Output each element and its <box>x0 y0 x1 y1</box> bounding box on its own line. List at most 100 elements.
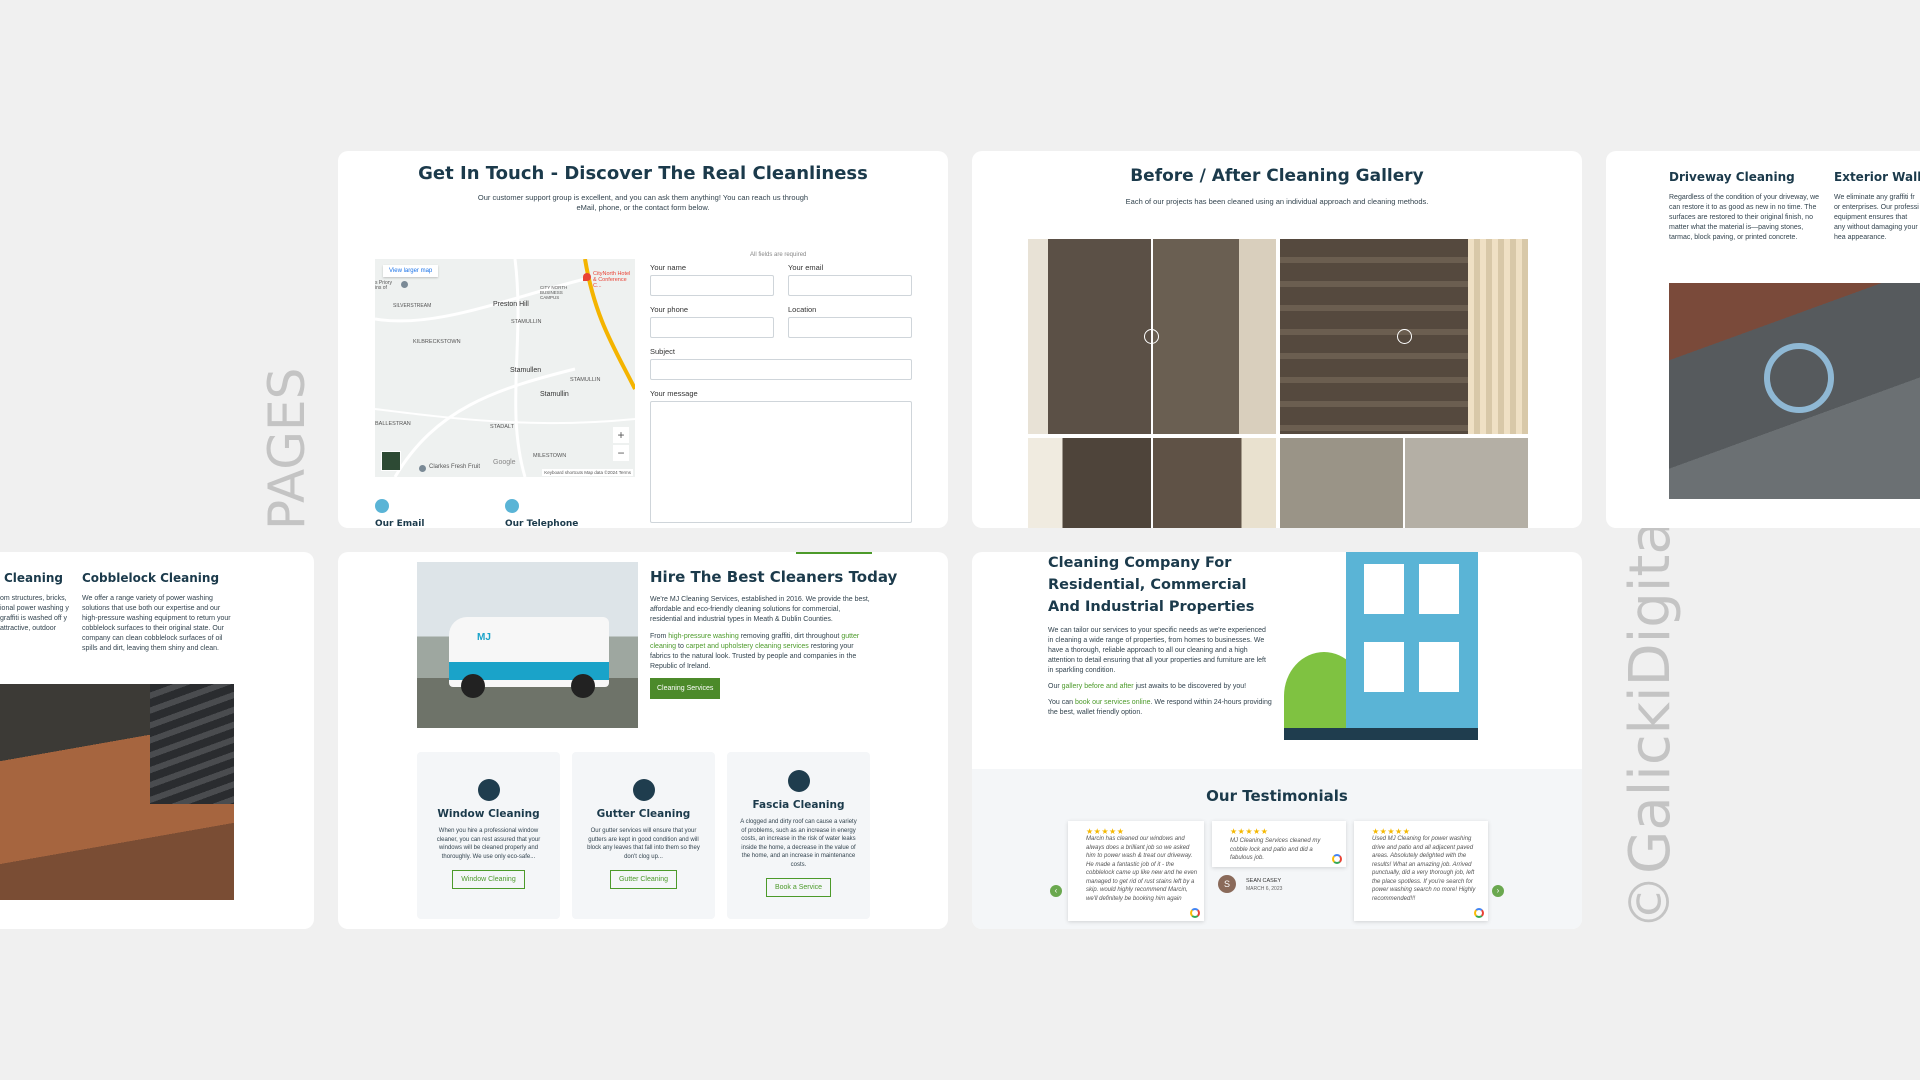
driveway-page-card[interactable]: Driveway Cleaning Regardless of the cond… <box>1606 151 1920 528</box>
telephone-heading: Our Telephone <box>505 519 579 528</box>
phone-field[interactable] <box>650 317 774 338</box>
van-wheel <box>461 674 485 698</box>
map-place-label: Preston Hill <box>493 301 529 308</box>
service-text: A clogged and dirty roof can cause a var… <box>740 819 857 868</box>
compare-slider-handle[interactable] <box>1397 329 1412 344</box>
review-card[interactable]: ★★★★★ Used MJ Cleaning for power washing… <box>1354 821 1488 921</box>
service-title: Fascia Cleaning <box>752 799 845 811</box>
google-icon <box>1332 854 1342 864</box>
gallery-line: Our gallery before and after just awaits… <box>1048 682 1273 692</box>
contact-page-card[interactable]: Get In Touch - Discover The Real Cleanli… <box>338 151 948 528</box>
prev-arrow-icon[interactable]: ‹ <box>1050 885 1062 897</box>
window-shape <box>1419 564 1459 614</box>
location-label: Location <box>788 305 817 314</box>
email-label: Your email <box>788 263 824 272</box>
high-pressure-washing-link[interactable]: high-pressure washing <box>668 633 738 640</box>
map-satellite-toggle[interactable] <box>381 451 401 471</box>
exterior-walls-text: We eliminate any graffiti fr or enterpri… <box>1834 194 1919 241</box>
gutter-cleaning-button[interactable]: Gutter Cleaning <box>609 870 678 889</box>
window-cleaning-button[interactable]: Window Cleaning <box>452 870 525 889</box>
map-place-label: STAMULLIN <box>570 377 601 383</box>
review-date: MARCH 6, 2023 <box>1246 886 1283 892</box>
phone-icon <box>505 499 519 513</box>
roof-icon <box>787 770 810 792</box>
window-icon <box>477 779 500 801</box>
name-field[interactable] <box>650 275 774 296</box>
map-place-label: SILVERSTREAM <box>393 303 432 309</box>
gallery-link[interactable]: gallery before and after <box>1062 683 1134 690</box>
home-services-page-card[interactable]: MJ Hire The Best Cleaners Today We're MJ… <box>338 552 948 929</box>
reviewer-avatar: S <box>1218 875 1236 893</box>
review-text: Used MJ Cleaning for power washing drive… <box>1372 836 1476 902</box>
email-heading: Our Email <box>375 519 425 528</box>
fascia-cleaning-card[interactable]: Fascia Cleaning A clogged and dirty roof… <box>727 752 870 919</box>
window-shape <box>1364 642 1404 692</box>
ground-shape <box>1284 728 1478 740</box>
gallery-page-card[interactable]: Before / After Cleaning Gallery Each of … <box>972 151 1582 528</box>
required-note: All fields are required <box>750 252 807 258</box>
carpet-cleaning-link[interactable]: carpet and upholstery cleaning services <box>686 643 809 650</box>
company-text: Our <box>1048 683 1062 690</box>
watermark: ©GalickiDigital <box>1618 504 1683 930</box>
cleaning-services-button[interactable]: Cleaning Services <box>650 678 721 699</box>
map-zoom-in-button[interactable]: + <box>613 427 629 443</box>
service-text: Our gutter services will ensure that you… <box>587 828 700 860</box>
van-photo: MJ <box>417 562 638 728</box>
cobblelock-page-card[interactable]: Cleaning om structures, bricks, ional po… <box>0 552 314 929</box>
map-embed[interactable]: View larger map CityNorth Hotel & Confer… <box>375 259 635 477</box>
company-page-card[interactable]: Cleaning Company For Residential, Commer… <box>972 552 1582 929</box>
map-place-label: Stamullin <box>540 391 569 398</box>
cleaning-title: Cleaning <box>4 571 63 585</box>
subject-field[interactable] <box>650 359 912 380</box>
fence-decoration <box>150 684 234 804</box>
gutter-cleaning-card[interactable]: Gutter Cleaning Our gutter services will… <box>572 752 715 919</box>
van-logo: MJ <box>477 632 491 643</box>
before-after-stairs-rail <box>1468 239 1528 434</box>
contact-title: Get In Touch - Discover The Real Cleanli… <box>418 163 868 184</box>
message-field[interactable] <box>650 401 912 523</box>
review-text: Marcin has cleaned our windows and alway… <box>1086 836 1198 902</box>
window-cleaning-card[interactable]: Window Cleaning When you hire a professi… <box>417 752 560 919</box>
wheel-decoration <box>1764 343 1834 413</box>
company-text: We can tailor our services to your speci… <box>1048 627 1266 674</box>
map-pin-icon <box>419 465 426 472</box>
phone-label: Your phone <box>650 305 689 314</box>
compare-slider-handle[interactable] <box>1144 329 1159 344</box>
testimonials-section: Our Testimonials ‹ › ★★★★★ Marcin has cl… <box>972 769 1582 929</box>
company-text: You can <box>1048 699 1075 706</box>
map-poi-label: CityNorth Hotel & Conference C... <box>593 271 631 289</box>
email-icon <box>375 499 389 513</box>
map-place-label: Stamullen <box>510 367 542 374</box>
gallery-subtitle: Each of our projects has been cleaned us… <box>1125 197 1429 206</box>
building-illustration <box>1284 552 1484 740</box>
cleaning-text: om structures, bricks, ional power washi… <box>0 595 69 632</box>
contact-intro: Our customer support group is excellent,… <box>477 193 809 212</box>
review-card[interactable]: ★★★★★ Marcin has cleaned our windows and… <box>1068 821 1204 921</box>
hire-details: From high-pressure washing removing graf… <box>650 632 872 672</box>
service-title: Gutter Cleaning <box>596 808 691 820</box>
book-online-link[interactable]: book our services online <box>1075 699 1151 706</box>
location-field[interactable] <box>788 317 912 338</box>
map-place-label: s Priory ins of <box>375 280 392 291</box>
review-card[interactable]: ★★★★★ MJ Cleaning Services cleaned my co… <box>1212 821 1346 867</box>
map-zoom-out-button[interactable]: − <box>613 445 629 461</box>
map-poi-pin-icon[interactable] <box>583 273 591 281</box>
subject-label: Subject <box>650 347 676 356</box>
google-icon <box>1474 908 1484 918</box>
email-field[interactable] <box>788 275 912 296</box>
pages-label: PAGES <box>258 367 316 530</box>
company-text: just awaits to be discovered by you! <box>1133 683 1247 690</box>
view-larger-map-link[interactable]: View larger map <box>383 265 439 277</box>
review-text: MJ Cleaning Services cleaned my cobble l… <box>1230 838 1321 861</box>
next-arrow-icon[interactable]: › <box>1492 885 1504 897</box>
service-title: Window Cleaning <box>437 808 540 820</box>
book-service-button[interactable]: Book a Service <box>765 878 832 897</box>
company-title: Cleaning Company For Residential, Commer… <box>1048 555 1255 615</box>
before-after-paving[interactable] <box>1280 438 1528 528</box>
name-label: Your name <box>650 263 686 272</box>
hire-text: From <box>650 633 669 640</box>
hire-intro: We're MJ Cleaning Services, established … <box>650 596 870 623</box>
map-pin-icon <box>401 281 408 288</box>
before-after-carpet-steps[interactable] <box>1028 438 1276 528</box>
window-shape <box>1419 642 1459 692</box>
